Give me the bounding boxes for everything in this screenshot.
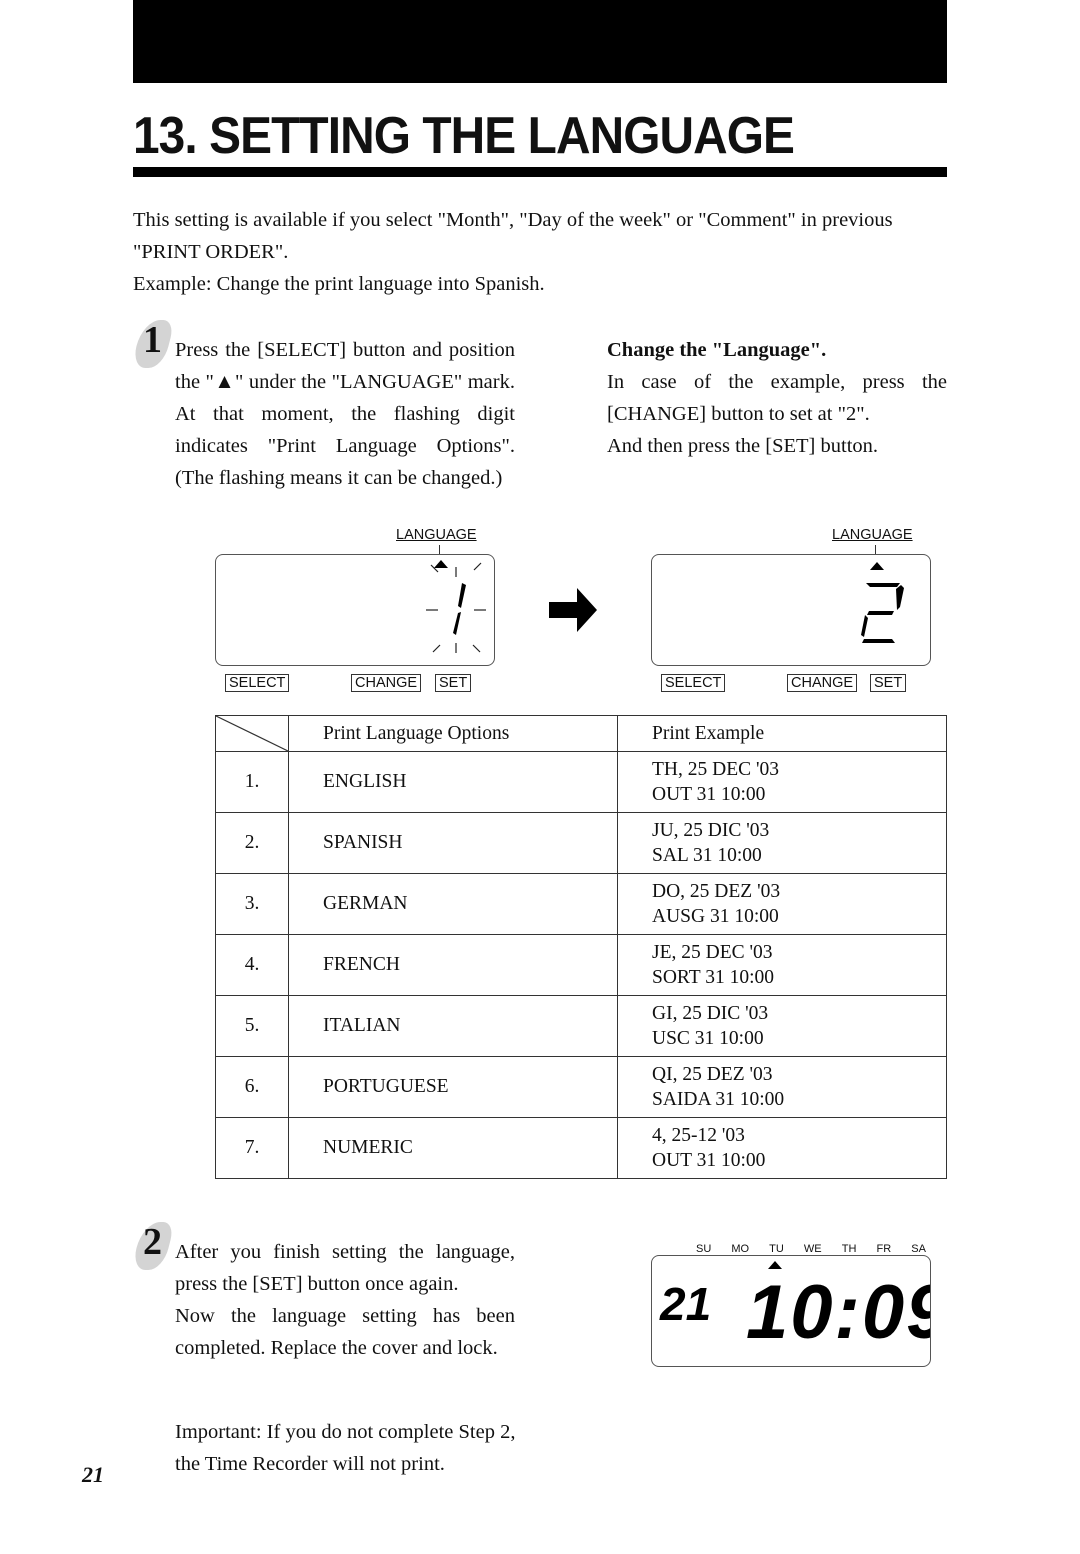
row-number: 5. xyxy=(215,995,289,1057)
step-2-number: 2 xyxy=(143,1221,162,1263)
table-header-options: Print Language Options xyxy=(288,715,618,752)
language-name: ENGLISH xyxy=(288,751,618,813)
print-example-line-1: TH, 25 DEC '03 xyxy=(652,759,780,780)
print-example-line-2: SAIDA 31 10:00 xyxy=(652,1089,785,1110)
header-bar xyxy=(133,0,947,83)
print-example: TH, 25 DEC '03 OUT 31 10:00 xyxy=(617,751,947,813)
print-example-line-1: 4, 25-12 '03 xyxy=(652,1125,745,1146)
print-example-line-1: GI, 25 DIC '03 xyxy=(652,1003,769,1024)
row-number: 4. xyxy=(215,934,289,996)
table-row: 4. FRENCH JE, 25 DEC '03 SORT 31 10:00 xyxy=(215,934,947,996)
print-example: GI, 25 DIC '03 USC 31 10:00 xyxy=(617,995,947,1057)
title-rule xyxy=(133,167,947,177)
print-example: DO, 25 DEZ '03 AUSG 31 10:00 xyxy=(617,873,947,935)
language-name: PORTUGUESE xyxy=(288,1056,618,1118)
print-example-line-1: QI, 25 DEZ '03 xyxy=(652,1064,773,1085)
language-name: NUMERIC xyxy=(288,1117,618,1179)
language-name: GERMAN xyxy=(288,873,618,935)
print-example-line-2: SORT 31 10:00 xyxy=(652,967,774,988)
page-number: 21 xyxy=(82,1462,104,1487)
change-language-text-2: And then press the [SET] button. xyxy=(607,435,879,457)
language-name: SPANISH xyxy=(288,812,618,874)
language-mark-label-after: LANGUAGE xyxy=(832,527,913,543)
important-note: Important: If you do not complete Step 2… xyxy=(175,1421,516,1475)
weekday-label: SA xyxy=(911,1243,926,1255)
pointer-triangle-icon xyxy=(870,562,884,570)
row-number: 3. xyxy=(215,873,289,935)
pointer-triangle-icon xyxy=(434,560,448,568)
intro-text: This setting is available if you select … xyxy=(133,204,893,300)
step-2-instructions: After you finish setting the language, p… xyxy=(175,1241,515,1295)
table-row: 1. ENGLISH TH, 25 DEC '03 OUT 31 10:00 xyxy=(215,751,947,813)
select-button-after[interactable]: SELECT xyxy=(661,674,726,692)
arrow-right-icon xyxy=(549,588,597,632)
print-example-line-2: OUT 31 10:00 xyxy=(652,1150,766,1171)
page-title: 13. SETTING THE LANGUAGE xyxy=(133,107,795,165)
row-number: 1. xyxy=(215,751,289,813)
set-button-after[interactable]: SET xyxy=(870,674,907,692)
lcd-display-before xyxy=(215,554,495,666)
step-2-badge: 2 xyxy=(131,1221,175,1272)
table-header-row: Print Language Options Print Example xyxy=(215,715,947,752)
step-1-badge: 1 xyxy=(131,319,175,370)
lcd-digit-1 xyxy=(453,583,466,635)
print-example: JU, 25 DIC '03 SAL 31 10:00 xyxy=(617,812,947,874)
select-button[interactable]: SELECT xyxy=(225,674,290,692)
row-number: 6. xyxy=(215,1056,289,1118)
print-example-line-2: SAL 31 10:00 xyxy=(652,845,762,866)
flash-rays-icon xyxy=(426,562,486,653)
print-example-line-1: DO, 25 DEZ '03 xyxy=(652,881,781,902)
language-mark-label: LANGUAGE xyxy=(396,527,477,543)
row-number: 7. xyxy=(215,1117,289,1179)
print-example-line-2: OUT 31 10:00 xyxy=(652,784,766,805)
print-example-line-1: JU, 25 DIC '03 xyxy=(652,820,770,841)
print-example-line-1: JE, 25 DEC '03 xyxy=(652,942,773,963)
table-row: 7. NUMERIC 4, 25-12 '03 OUT 31 10:00 xyxy=(215,1117,947,1179)
weekday-label: FR xyxy=(876,1243,892,1255)
step-1-text: Press the [SELECT] button and position t… xyxy=(175,334,515,494)
step-1-instructions: Press the [SELECT] button and position t… xyxy=(175,339,515,457)
change-language-heading: Change the "Language". xyxy=(607,339,827,361)
lcd-digit-2 xyxy=(861,583,904,643)
lcd-display-after xyxy=(651,554,931,666)
language-name: FRENCH xyxy=(288,934,618,996)
weekday-label: TH xyxy=(841,1243,857,1255)
clock-time: 10:09 xyxy=(746,1270,930,1355)
print-example: JE, 25 DEC '03 SORT 31 10:00 xyxy=(617,934,947,996)
table-row: 2. SPANISH JU, 25 DIC '03 SAL 31 10:00 xyxy=(215,812,947,874)
table-row: 5. ITALIAN GI, 25 DIC '03 USC 31 10:00 xyxy=(215,995,947,1057)
change-button-after[interactable]: CHANGE xyxy=(787,674,858,692)
weekday-labels: SU MO TU WE TH FR SA xyxy=(696,1243,926,1255)
language-name: ITALIAN xyxy=(288,995,618,1057)
change-language-text: In case of the example, press the [CHANG… xyxy=(607,371,947,425)
row-number: 2. xyxy=(215,812,289,874)
table-header-corner xyxy=(215,715,289,752)
table-row: 3. GERMAN DO, 25 DEZ '03 AUSG 31 10:00 xyxy=(215,873,947,935)
clock-date: 21 xyxy=(659,1278,711,1330)
print-example-line-2: USC 31 10:00 xyxy=(652,1028,764,1049)
print-example: 4, 25-12 '03 OUT 31 10:00 xyxy=(617,1117,947,1179)
intro-line-1: This setting is available if you select … xyxy=(133,209,893,263)
set-button[interactable]: SET xyxy=(435,674,472,692)
change-button[interactable]: CHANGE xyxy=(351,674,422,692)
day-pointer-triangle-icon xyxy=(768,1261,782,1269)
language-options-table: Print Language Options Print Example 1. E… xyxy=(215,715,947,1179)
weekday-label: WE xyxy=(803,1243,822,1255)
step-1-number: 1 xyxy=(143,319,162,361)
weekday-label: MO xyxy=(731,1243,750,1255)
weekday-label: TU xyxy=(769,1243,784,1255)
change-language-section: Change the "Language". In case of the ex… xyxy=(607,334,947,462)
step-2-text: After you finish setting the language, p… xyxy=(175,1236,515,1364)
step-2-completion: Now the language setting has been comple… xyxy=(175,1305,515,1359)
table-row: 6. PORTUGUESE QI, 25 DEZ '03 SAIDA 31 10:00 xyxy=(215,1056,947,1118)
intro-line-2: Example: Change the print language into … xyxy=(133,273,545,295)
weekday-label: SU xyxy=(696,1243,712,1255)
table-header-example: Print Example xyxy=(617,715,947,752)
print-example: QI, 25 DEZ '03 SAIDA 31 10:00 xyxy=(617,1056,947,1118)
step-1-note: (The flashing means it can be changed.) xyxy=(175,467,503,489)
clock-display: 21 10:09 xyxy=(651,1255,931,1367)
print-example-line-2: AUSG 31 10:00 xyxy=(652,906,779,927)
